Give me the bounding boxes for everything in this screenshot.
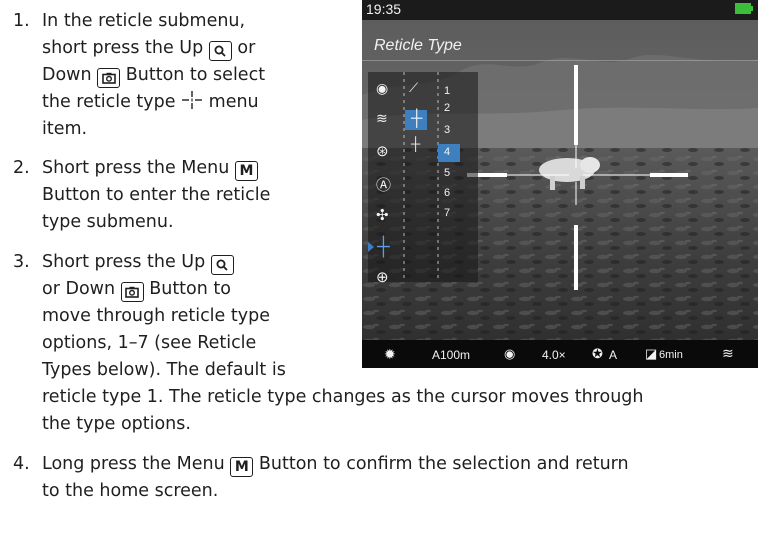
timer-readout: 6min bbox=[659, 349, 683, 361]
reticle-menu-icon[interactable]: ┼ bbox=[377, 236, 390, 257]
step-4-line-1: Long press the Menu M Button to confirm … bbox=[42, 452, 629, 477]
step-3-line-6: reticle type 1. The reticle type changes… bbox=[42, 387, 644, 407]
thermal-scene bbox=[362, 0, 758, 368]
reticle-type-icon bbox=[181, 90, 203, 110]
step-3-line-5: Types below). The default is bbox=[42, 360, 286, 380]
rifle-icon: ⟋ bbox=[409, 80, 419, 95]
eye-icon: ◉ bbox=[376, 80, 389, 96]
step-3-line-2: or Down Button to bbox=[42, 277, 231, 302]
calibration-icon: ✪ bbox=[592, 346, 603, 361]
step-1-number: 1. bbox=[13, 11, 30, 31]
down-key-icon bbox=[120, 282, 144, 302]
type-number-3[interactable]: 3 bbox=[444, 124, 450, 136]
menu-key-icon: M bbox=[234, 161, 258, 181]
step-1-text-d: the reticle type bbox=[42, 92, 176, 112]
step-2-text-a: Short press the Menu bbox=[42, 158, 230, 178]
step-4-number: 4. bbox=[13, 454, 30, 474]
aperture-icon: ⊛ bbox=[376, 143, 389, 160]
wifi-status-icon: ≋ bbox=[722, 345, 734, 361]
type-number-6[interactable]: 6 bbox=[444, 187, 450, 199]
step-3-text-b: or Down bbox=[42, 279, 116, 299]
type-number-7[interactable]: 7 bbox=[444, 207, 450, 219]
step-3-line-3: move through reticle type bbox=[42, 306, 270, 326]
type-number-2[interactable]: 2 bbox=[444, 102, 450, 114]
step-3-line-1: Short press the Up bbox=[42, 250, 234, 275]
step-1-line-3: Down Button to select bbox=[42, 63, 265, 88]
calibration-mode: A bbox=[609, 348, 618, 362]
step-2-line-3: type submenu. bbox=[42, 212, 174, 232]
step-2-line-2: Button to enter the reticle bbox=[42, 185, 271, 205]
range-readout: A100m bbox=[432, 348, 471, 362]
reticle-position-icon: ✣ bbox=[376, 207, 389, 224]
brightness-icon: ✹ bbox=[384, 346, 396, 362]
step-2-line-1: Short press the Menu M bbox=[42, 156, 258, 181]
step-1-line-2: short press the Up or bbox=[42, 36, 255, 61]
zeroing-icon: ┼ bbox=[411, 136, 421, 151]
step-3-text-a: Short press the Up bbox=[42, 252, 206, 272]
step-4-line-2: to the home screen. bbox=[42, 481, 219, 501]
clock: 19:35 bbox=[366, 1, 402, 17]
type-number-4[interactable]: 4 bbox=[444, 146, 450, 158]
step-3-line-7: the type options. bbox=[42, 414, 191, 434]
step-1-line-5: item. bbox=[42, 119, 88, 139]
reticle-type-menu-icon[interactable]: ┼ bbox=[411, 110, 422, 128]
step-4-text-a: Long press the Menu bbox=[42, 454, 225, 474]
device-screen: 19:35 Reticle Type ◉ ≋ ⊛ Ⓐ ✣ ┼ ⊕ ⟋ ┼ ┼ 1… bbox=[362, 0, 758, 368]
step-1-text-e: menu bbox=[208, 92, 259, 112]
step-3-text-c: Button to bbox=[149, 279, 231, 299]
compass-icon: Ⓐ bbox=[376, 177, 392, 194]
step-1-or: or bbox=[237, 38, 256, 58]
menu-key-icon: M bbox=[230, 457, 254, 477]
wifi-icon: ≋ bbox=[376, 110, 388, 126]
eye-status-icon: ◉ bbox=[504, 346, 516, 361]
step-1-text-a: short press the Up bbox=[42, 38, 204, 58]
up-key-icon bbox=[210, 255, 234, 275]
step-2-number: 2. bbox=[13, 158, 30, 178]
step-4-text-b: Button to confirm the selection and retu… bbox=[258, 454, 629, 474]
down-key-icon bbox=[97, 68, 121, 88]
type-number-1[interactable]: 1 bbox=[444, 85, 450, 97]
step-1-line-4: the reticle type menu bbox=[42, 90, 259, 115]
type-number-5[interactable]: 5 bbox=[444, 167, 450, 179]
step-1-line-1: In the reticle submenu, bbox=[42, 11, 246, 31]
zoom-readout: 4.0× bbox=[542, 348, 566, 362]
step-3-line-4: options, 1–7 (see Reticle bbox=[42, 333, 257, 353]
menu-title: Reticle Type bbox=[374, 37, 462, 54]
up-key-icon bbox=[208, 41, 232, 61]
step-3-number: 3. bbox=[13, 252, 30, 272]
step-1-text-c: Button to select bbox=[125, 65, 266, 85]
standby-icon: ◪ bbox=[645, 346, 658, 361]
target-icon: ⊕ bbox=[376, 269, 389, 286]
step-1-text-b: Down bbox=[42, 65, 92, 85]
